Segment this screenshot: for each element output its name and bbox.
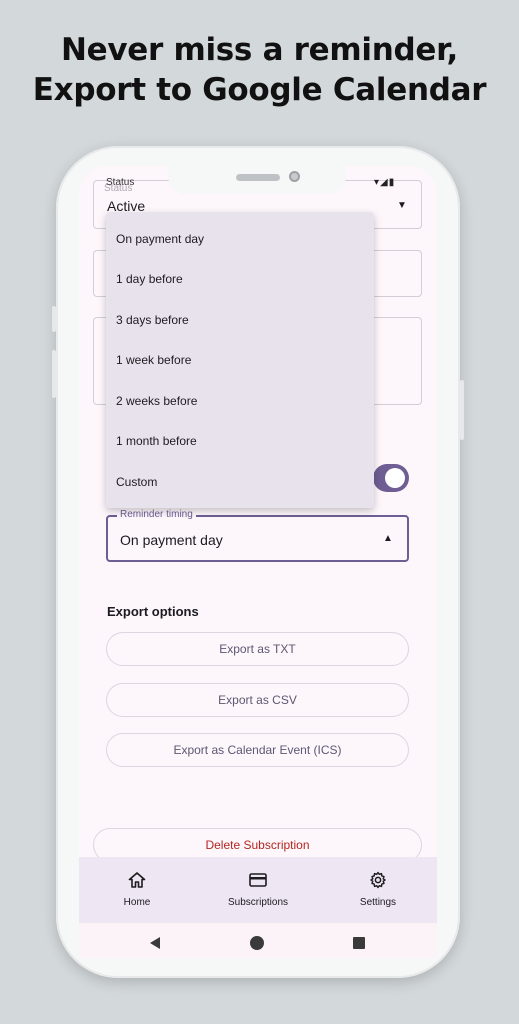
export-ics-button[interactable]: Export as Calendar Event (ICS)	[106, 733, 409, 767]
nav-home-label: Home	[123, 897, 151, 908]
menu-item-1-week-before[interactable]: 1 week before	[116, 353, 191, 367]
menu-item-3-days-before[interactable]: 3 days before	[116, 313, 189, 327]
menu-item-1-month-before[interactable]: 1 month before	[116, 434, 197, 448]
reminder-timing-label: Reminder timing	[117, 509, 196, 520]
nav-settings-label: Settings	[359, 897, 397, 908]
toggle-knob	[385, 468, 405, 488]
nav-subscriptions-label: Subscriptions	[227, 897, 289, 908]
reminder-timing-value: On payment day	[120, 532, 223, 548]
phone-side-button	[52, 306, 56, 332]
headline-line-1: Never miss a reminder,	[60, 32, 459, 68]
phone-side-button	[52, 350, 56, 398]
headline-line-2: Export to Google Calendar	[32, 72, 487, 108]
phone-side-button	[460, 380, 464, 440]
reminder-timing-menu: On payment day 1 day before 3 days befor…	[106, 212, 374, 508]
card-icon	[249, 873, 267, 887]
phone-speaker	[236, 174, 280, 181]
phone-camera	[289, 171, 300, 182]
recents-icon[interactable]	[353, 937, 365, 949]
menu-item-on-payment-day[interactable]: On payment day	[116, 232, 204, 246]
nav-subscriptions[interactable]: Subscriptions	[218, 870, 298, 912]
back-icon[interactable]	[148, 936, 162, 950]
home-icon	[128, 872, 146, 888]
headline: Never miss a reminder, Export to Google …	[0, 30, 519, 110]
status-bar-icons: ▾◢▮	[374, 177, 396, 188]
export-csv-button[interactable]: Export as CSV	[106, 683, 409, 717]
chevron-down-icon[interactable]: ▼	[397, 200, 407, 211]
gear-icon	[370, 871, 386, 889]
home-circle-icon[interactable]	[250, 936, 264, 950]
status-bar-text: Status	[106, 177, 135, 188]
nav-home[interactable]: Home	[117, 870, 157, 912]
chevron-up-icon[interactable]: ▲	[383, 533, 393, 544]
export-options-title: Export options	[107, 604, 199, 619]
menu-item-1-day-before[interactable]: 1 day before	[116, 272, 183, 286]
menu-item-2-weeks-before[interactable]: 2 weeks before	[116, 394, 197, 408]
menu-item-custom[interactable]: Custom	[116, 475, 157, 489]
nav-settings[interactable]: Settings	[353, 870, 403, 912]
export-txt-button[interactable]: Export as TXT	[106, 632, 409, 666]
